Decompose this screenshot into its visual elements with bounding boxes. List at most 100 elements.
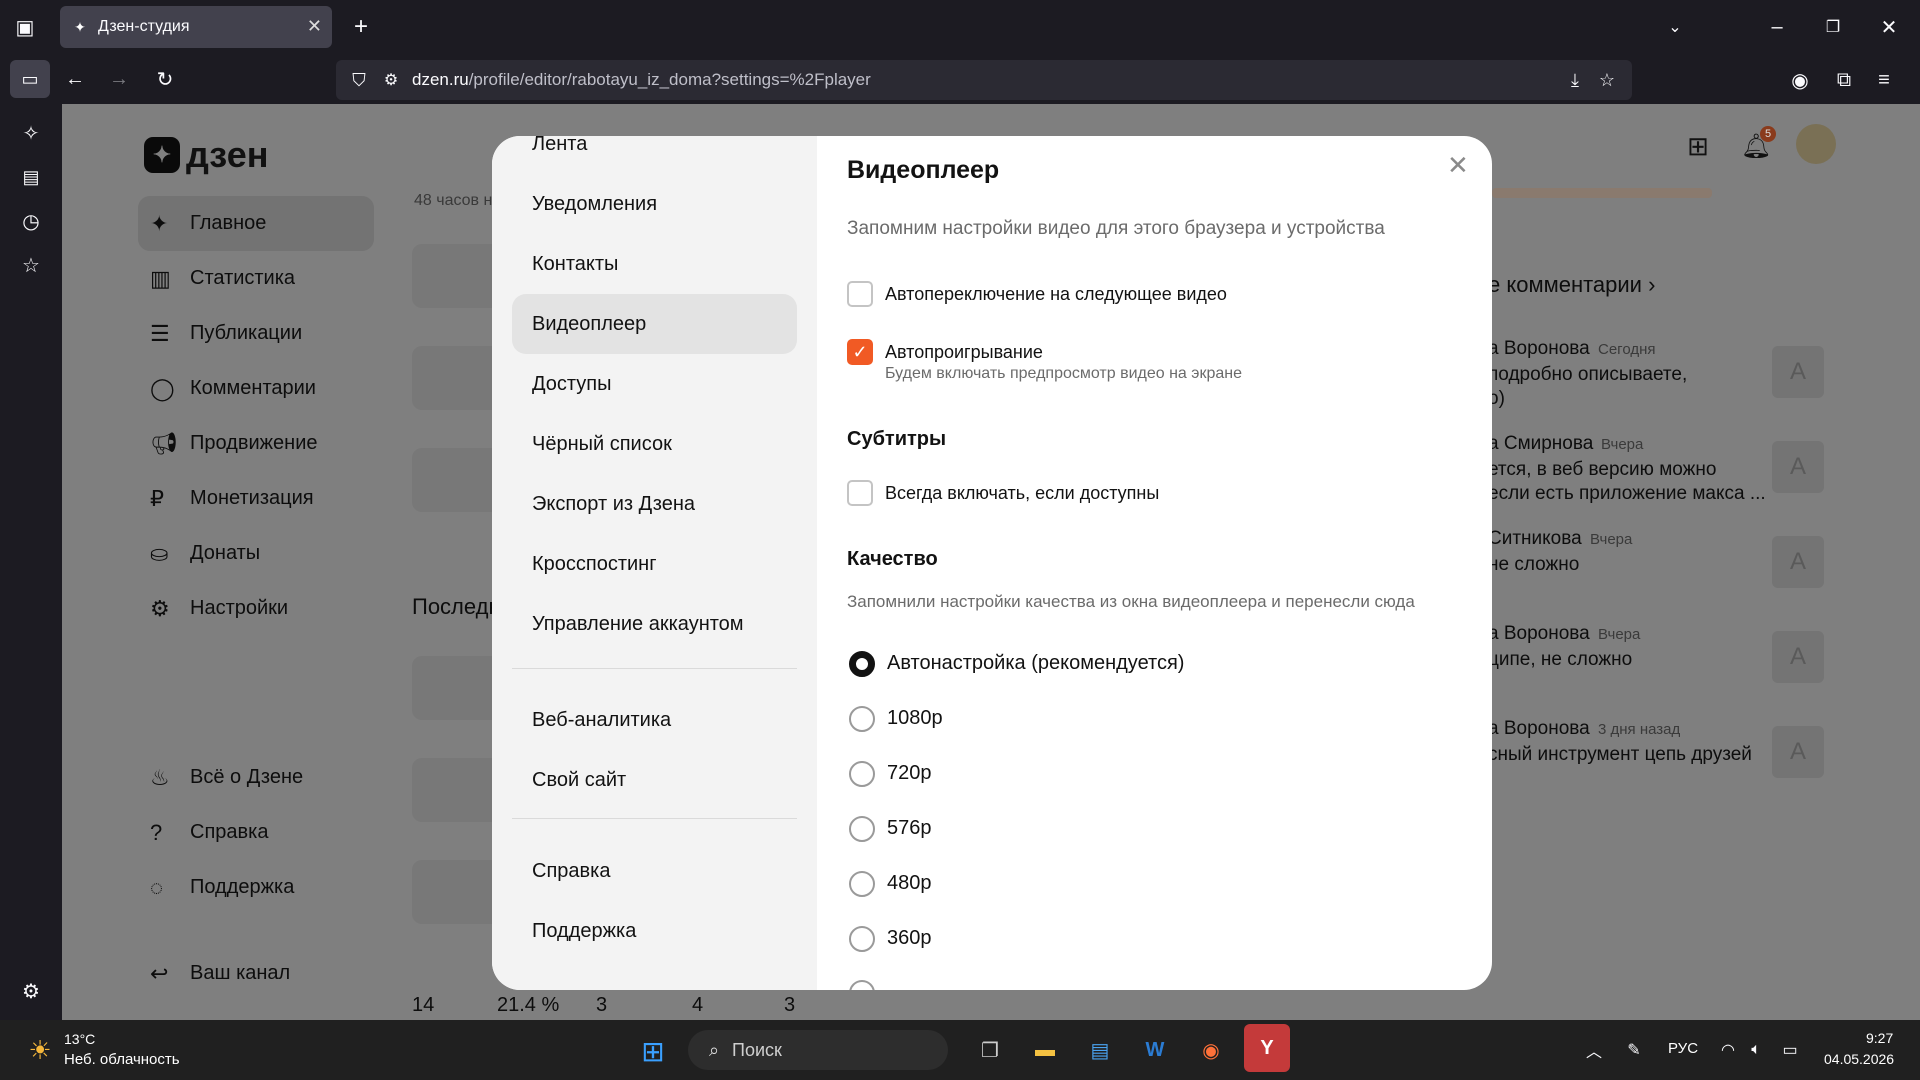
site-menu-item[interactable]: ☰ Публикации <box>138 306 374 361</box>
site-menu-label: Справка <box>190 821 269 843</box>
window-close-icon[interactable]: ✕ <box>1876 14 1902 40</box>
weather-icon[interactable]: ☀ <box>24 1034 56 1066</box>
your-channel-link[interactable]: ↩ Ваш канал <box>138 946 374 1001</box>
search-icon: ⌕ <box>708 1039 720 1060</box>
comment-time: Вчера <box>1598 626 1641 643</box>
bookmarks-icon[interactable]: ☆ <box>18 252 44 278</box>
commenter-avatar[interactable]: А <box>1772 726 1824 778</box>
settings-nav-item[interactable]: Поддержка <box>512 901 797 961</box>
chevron-up-icon[interactable]: ︿ <box>1582 1036 1606 1064</box>
ai-sparkle-icon[interactable]: ✧ <box>18 120 44 146</box>
tab-list-icon[interactable]: ▣ <box>12 14 38 40</box>
settings-nav-item[interactable]: Видеоплеер <box>512 294 797 354</box>
settings-nav-item[interactable]: Свой сайт <box>512 750 797 810</box>
site-menu-item[interactable]: 📢︎ Продвижение <box>138 416 374 471</box>
settings-nav-item[interactable]: Справка <box>512 841 797 901</box>
quality-radio[interactable] <box>849 871 875 897</box>
comment-author[interactable]: а Воронова <box>1488 338 1590 360</box>
taskbar-search[interactable]: ⌕ Поиск <box>688 1030 948 1070</box>
quality-radio[interactable] <box>849 651 875 677</box>
volume-icon[interactable]: 🔈︎ <box>1744 1036 1768 1064</box>
word-icon[interactable]: W <box>1140 1036 1170 1064</box>
battery-icon[interactable]: ▭ <box>1776 1036 1804 1064</box>
commenter-avatar[interactable]: А <box>1772 536 1824 588</box>
shield-icon[interactable]: ⛉ <box>346 67 372 93</box>
quality-label: Автонастройка (рекомендуется) <box>887 652 1185 674</box>
settings-nav-item[interactable]: Веб-аналитика <box>512 690 797 750</box>
close-icon[interactable]: ✕ <box>307 16 322 37</box>
site-menu-item[interactable]: ? Справка <box>138 805 374 860</box>
tab-active[interactable]: ✦ Дзен-студия ✕ <box>60 6 332 48</box>
commenter-avatar[interactable]: А <box>1772 631 1824 683</box>
site-menu-item[interactable]: ▥ Статистика <box>138 251 374 306</box>
url-bar[interactable]: ⛉ ⚙ dzen.ru/profile/editor/rabotayu_iz_d… <box>336 60 1632 100</box>
quality-radio[interactable] <box>849 816 875 842</box>
dzen-logo[interactable]: ✦ дзен <box>144 134 268 176</box>
windows-start-icon[interactable]: ⊞ <box>638 1036 668 1067</box>
yandex-browser-icon[interactable]: Y <box>1244 1024 1290 1072</box>
back-icon[interactable]: ← <box>62 66 88 92</box>
comment-author[interactable]: а Смирнова <box>1488 433 1593 455</box>
chevron-down-icon[interactable]: ⌄ <box>1662 14 1688 40</box>
quality-radio[interactable] <box>849 706 875 732</box>
site-menu-item[interactable]: ♨ Всё о Дзене <box>138 750 374 805</box>
settings-nav-item[interactable]: Чёрный список <box>512 414 797 474</box>
settings-nav-item[interactable]: Уведомления <box>512 174 797 234</box>
settings-nav-item[interactable]: Экспорт из Дзена <box>512 474 797 534</box>
quality-radio[interactable] <box>849 761 875 787</box>
bookmark-star-icon[interactable]: ☆ <box>1594 67 1620 93</box>
pen-icon[interactable]: ✎ <box>1620 1036 1648 1064</box>
wifi-icon[interactable]: ◠ <box>1716 1036 1740 1064</box>
close-icon[interactable]: ✕ <box>1447 150 1469 181</box>
avatar[interactable] <box>1796 124 1836 164</box>
history-icon[interactable]: ◷ <box>18 208 44 234</box>
file-explorer-icon[interactable]: ▬ <box>1030 1036 1060 1064</box>
site-menu-item[interactable]: ₽ Монетизация <box>138 471 374 526</box>
account-icon[interactable]: ◉ <box>1786 66 1814 94</box>
reload-icon[interactable]: ↻ <box>152 66 178 92</box>
quality-radio[interactable] <box>849 926 875 952</box>
site-menu-item[interactable]: ⚙ Настройки <box>138 581 374 636</box>
clock-date[interactable]: 04.05.2026 <box>1824 1051 1894 1067</box>
settings-nav-item[interactable]: Управление аккаунтом <box>512 594 797 654</box>
extensions-icon[interactable]: ⧉ <box>1830 66 1858 94</box>
notepad-icon[interactable]: ▤ <box>1086 1036 1114 1064</box>
quality-radio-partial[interactable] <box>849 980 875 990</box>
task-view-icon[interactable]: ❐ <box>976 1036 1004 1064</box>
forward-icon[interactable]: → <box>106 66 132 92</box>
commenter-avatar[interactable]: А <box>1772 441 1824 493</box>
firefox-icon[interactable]: ◉ <box>1196 1036 1226 1064</box>
download-icon[interactable]: ⤓ <box>1562 67 1588 93</box>
settings-nav-item[interactable]: Кросспостинг <box>512 534 797 594</box>
subtitles-checkbox[interactable] <box>847 480 873 506</box>
settings-modal: Лента Уведомления Контакты Видеоплеер Доступ… <box>492 136 1492 990</box>
comment-author[interactable]: а Воронова <box>1488 718 1590 740</box>
site-menu-item[interactable]: ✦ Главное <box>138 196 374 251</box>
synced-tabs-icon[interactable]: ▤ <box>18 164 44 190</box>
language-indicator[interactable]: РУС <box>1668 1040 1698 1057</box>
notification-badge: 5 <box>1760 126 1776 142</box>
site-menu-label: Продвижение <box>190 432 318 454</box>
autoplay-checkbox[interactable]: ✓ <box>847 339 873 365</box>
menu-icon[interactable]: ≡ <box>1870 66 1898 94</box>
permissions-icon[interactable]: ⚙ <box>378 67 404 93</box>
commenter-avatar[interactable]: А <box>1772 346 1824 398</box>
add-icon[interactable]: ⊞ <box>1680 128 1716 164</box>
stats-cell: 3 <box>784 994 796 1016</box>
settings-nav-item[interactable]: Доступы <box>512 354 797 414</box>
site-menu-item[interactable]: ⛀ Донаты <box>138 526 374 581</box>
minimize-icon[interactable]: – <box>1764 14 1790 40</box>
restore-icon[interactable]: ❐ <box>1820 14 1846 40</box>
comment-author[interactable]: а Воронова <box>1488 623 1590 645</box>
settings-nav-item[interactable]: Лента <box>512 136 797 174</box>
sidebar-toggle-icon[interactable]: ▭ <box>10 60 50 98</box>
site-menu-item[interactable]: ◯ Комментарии <box>138 361 374 416</box>
settings-nav-item[interactable]: Контакты <box>512 234 797 294</box>
clock-time[interactable]: 9:27 <box>1866 1030 1893 1046</box>
site-menu-item[interactable]: ◌ Поддержка <box>138 860 374 915</box>
comment-author[interactable]: Ситникова <box>1488 528 1582 550</box>
comments-heading[interactable]: е комментарии › <box>1488 272 1655 298</box>
customize-gear-icon[interactable]: ⚙ <box>18 978 44 1004</box>
new-tab-icon[interactable]: + <box>348 13 374 40</box>
autoswitch-checkbox[interactable] <box>847 281 873 307</box>
